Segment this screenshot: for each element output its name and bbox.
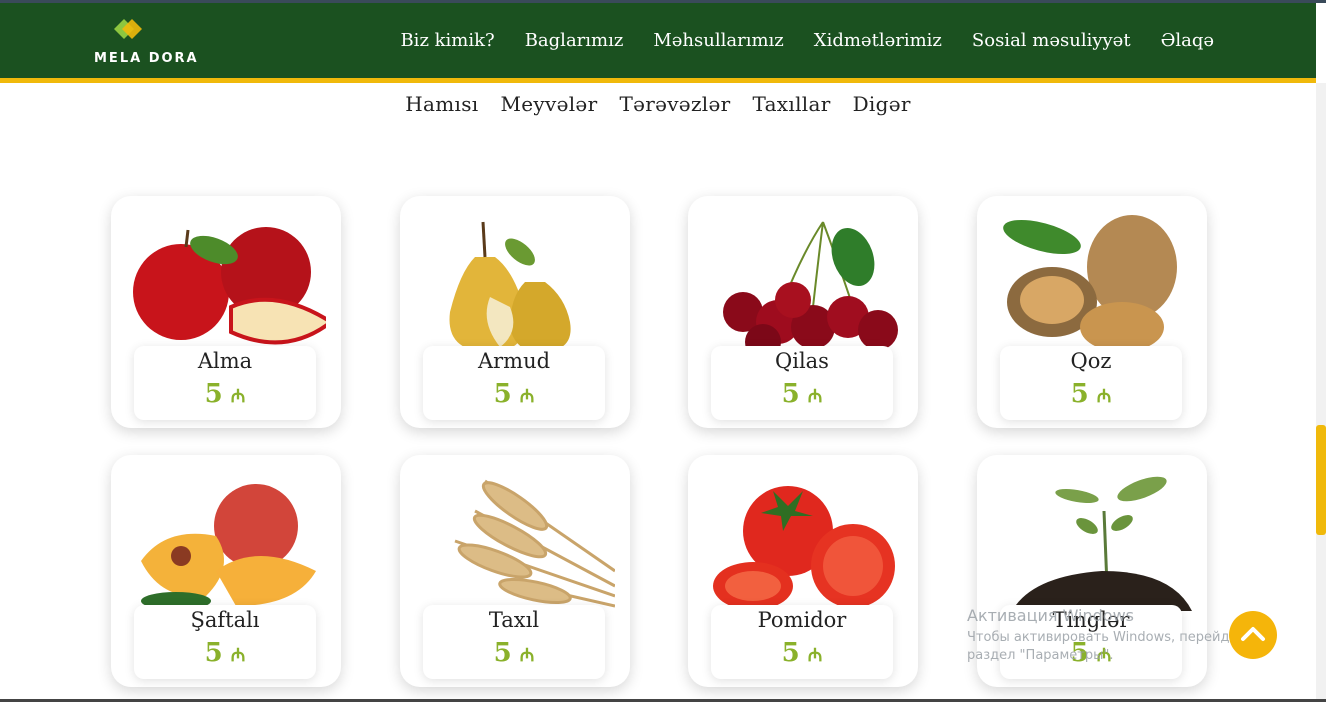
product-card-saftali[interactable]: Şaftalı 5 ₼ [111,455,341,687]
nav-link-about[interactable]: Biz kimik? [400,30,494,51]
product-card-qoz[interactable]: Qoz 5 ₼ [977,196,1207,428]
product-info: Qilas 5 ₼ [711,346,893,420]
product-name: Qoz [1070,349,1112,373]
product-price: 5 ₼ [204,379,246,409]
logo-diamond-icon [114,19,142,39]
pear-image [449,221,571,352]
peach-image [141,484,316,610]
product-name: Armud [477,349,551,373]
nav-link-gardens[interactable]: Baglarımız [525,30,624,51]
filter-vegetables[interactable]: Tərəvəzlər [619,92,730,116]
main-nav: Biz kimik? Baglarımız Məhsullarımız Xidm… [400,30,1214,51]
nav-link-social[interactable]: Sosial məsuliyyət [972,30,1131,51]
chevron-up-icon [1241,627,1265,641]
filter-other[interactable]: Digər [853,92,911,116]
scroll-to-top-button[interactable] [1229,611,1277,659]
product-info: Pomidor 5 ₼ [711,605,893,679]
product-info: Şaftalı 5 ₼ [134,605,316,679]
product-price: 5 ₼ [781,379,823,409]
product-price: 5 ₼ [781,638,823,668]
filter-fruits[interactable]: Meyvələr [500,92,597,116]
product-price: 5 ₼ [493,379,535,409]
product-price: 5 ₼ [1070,379,1112,409]
product-card-alma[interactable]: Alma 5 ₼ [111,196,341,428]
product-card-armud[interactable]: Armud 5 ₼ [400,196,630,428]
wheat-image [454,479,615,608]
product-price: 5 ₼ [493,638,535,668]
apple-image [133,227,326,345]
walnut-image [1003,215,1177,352]
product-name: Şaftalı [190,608,260,632]
product-name: Pomidor [757,608,847,632]
product-name: Taxıl [488,608,540,632]
product-card-qilas[interactable]: Qilas 5 ₼ [688,196,918,428]
product-info: Armud 5 ₼ [423,346,605,420]
logo-text: MELA DORA [94,51,199,66]
scrollbar-thumb[interactable] [1316,425,1326,535]
filter-all[interactable]: Hamısı [405,92,478,116]
nav-link-services[interactable]: Xidmətlərimiz [814,30,942,51]
nav-link-products[interactable]: Məhsullarımız [653,30,783,51]
product-card-pomidor[interactable]: Pomidor 5 ₼ [688,455,918,687]
product-card-taxil[interactable]: Taxıl 5 ₼ [400,455,630,687]
site-header: MELA DORA Biz kimik? Baglarımız Məhsulla… [0,3,1316,83]
filter-grains[interactable]: Taxıllar [752,92,830,116]
sapling-image [1012,476,1192,611]
tomato-image [713,486,895,610]
product-info: Alma 5 ₼ [134,346,316,420]
product-price: 5 ₼ [204,638,246,668]
product-info: Taxıl 5 ₼ [423,605,605,679]
product-name: Qilas [775,349,829,373]
category-filters: Hamısı Meyvələr Tərəvəzlər Taxıllar Digə… [0,92,1316,116]
nav-link-contact[interactable]: Əlaqə [1161,30,1214,51]
product-name: Alma [197,349,253,373]
scrollbar-track[interactable] [1316,83,1326,702]
product-info: Qoz 5 ₼ [1000,346,1182,420]
cherry-image [723,221,898,352]
logo[interactable]: MELA DORA [94,17,214,67]
